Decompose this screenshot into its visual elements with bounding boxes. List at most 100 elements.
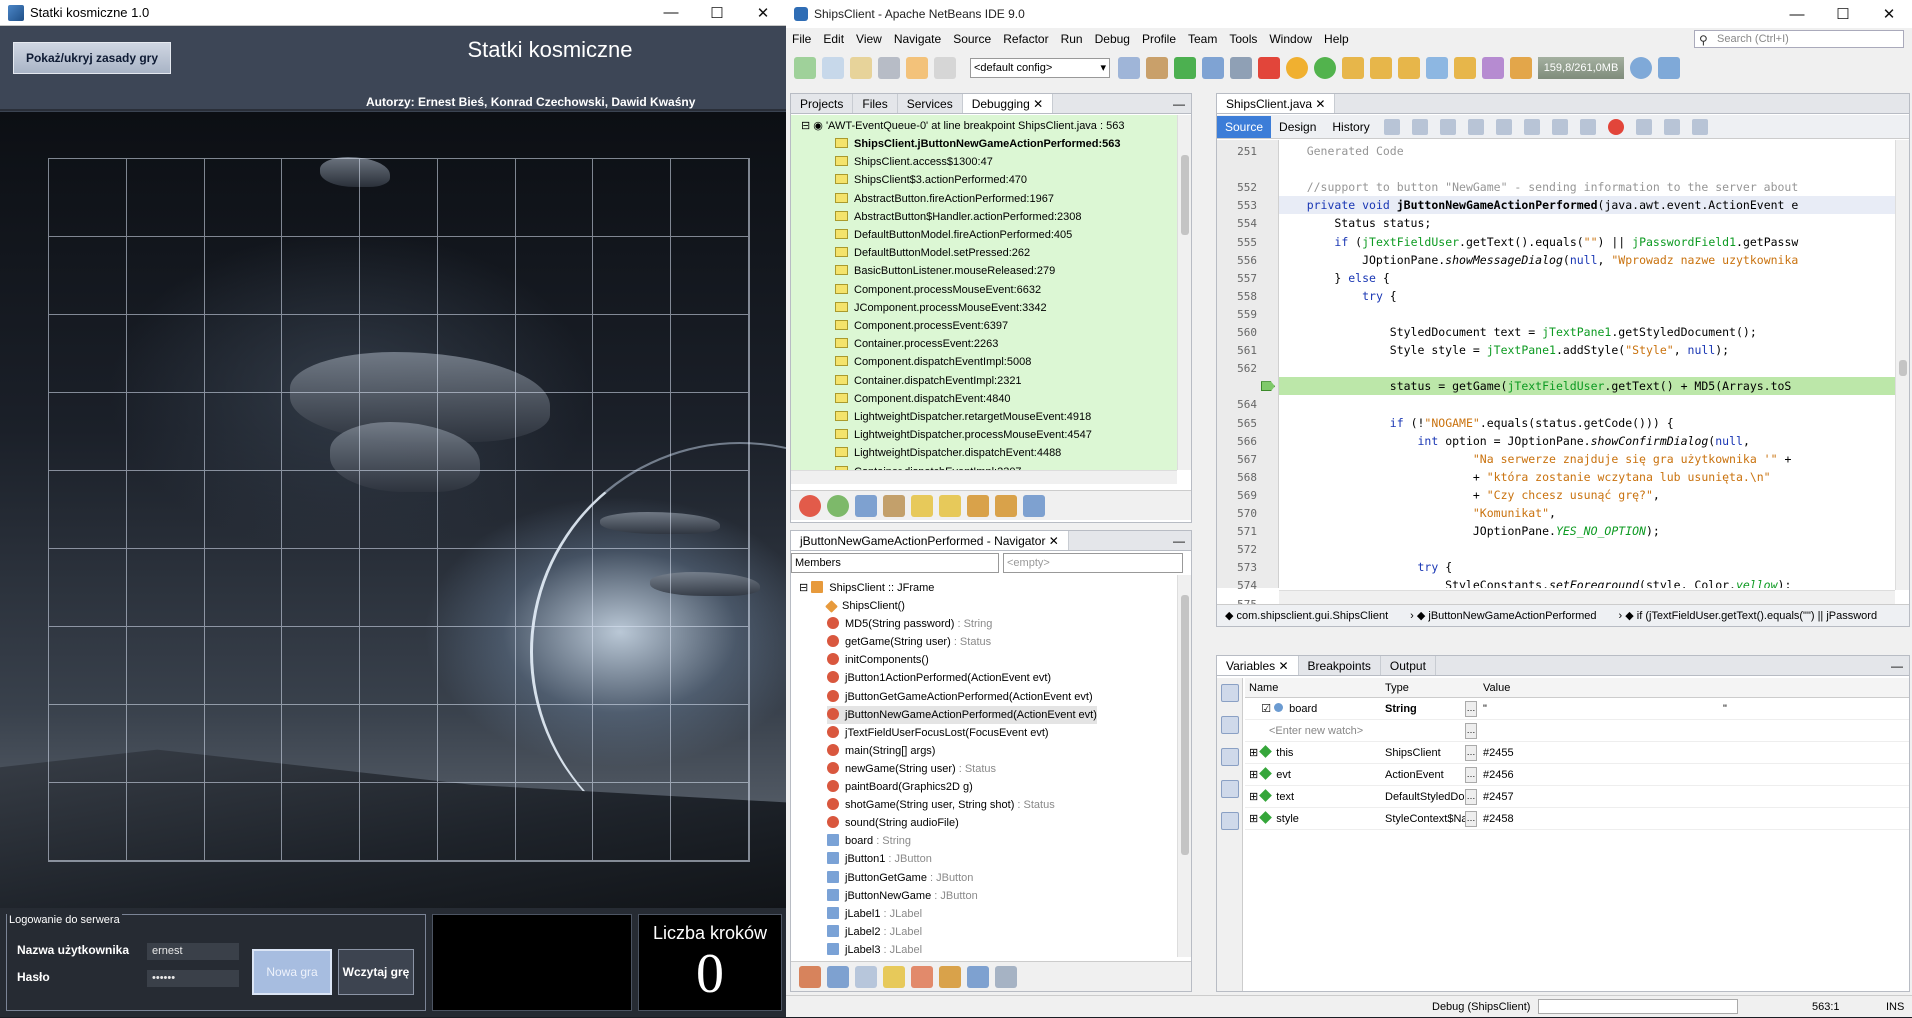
navigator-member[interactable]: jLabel2 : JLabel (827, 923, 922, 941)
navigator-member[interactable]: ShipsClient() (825, 597, 905, 615)
board-cell[interactable] (593, 627, 672, 705)
board-cell[interactable] (360, 471, 438, 549)
code-line[interactable] (1279, 160, 1895, 178)
navigator-filter-select[interactable]: Members (791, 553, 999, 573)
navigator-member[interactable]: jButtonNewGameActionPerformed(ActionEven… (827, 705, 1097, 724)
code-line[interactable]: Style style = jTextPane1.addStyle("Style… (1279, 341, 1895, 359)
javadoc-icon[interactable] (995, 965, 1017, 988)
variable-row[interactable]: ⊞ text DefaultStyledDo...… #2457 (1245, 786, 1909, 808)
board-cell[interactable] (360, 315, 438, 393)
breadcrumb-item[interactable]: › ◆ jButtonNewGameActionPerformed (1410, 610, 1596, 622)
board-cell[interactable] (515, 159, 594, 237)
navigator-member[interactable]: jButtonGetGameActionPerformed(ActionEven… (827, 688, 1093, 706)
open-project-icon[interactable] (850, 57, 872, 79)
board-cell[interactable] (593, 549, 672, 627)
step-into-icon[interactable] (1370, 57, 1392, 79)
run-icon[interactable] (1174, 57, 1196, 79)
board-cell[interactable] (593, 393, 672, 471)
sort-by-source-icon[interactable] (967, 965, 989, 988)
board-cell[interactable] (515, 705, 594, 783)
menu-refactor[interactable]: Refactor (1003, 32, 1048, 46)
call-stack-frame[interactable]: Container.dispatchEventImpl:2307 (835, 463, 1022, 470)
code-line[interactable]: JOptionPane.showMessageDialog(null, "Wpr… (1279, 251, 1895, 269)
board-cell[interactable] (282, 549, 361, 627)
evaluate-icon[interactable] (1482, 57, 1504, 79)
call-stack-frame[interactable]: AbstractButton$Handler.actionPerformed:2… (835, 208, 1081, 226)
variable-value[interactable]: " (1483, 698, 1487, 720)
board-cell[interactable] (437, 159, 516, 237)
board-cell[interactable] (671, 315, 749, 393)
navigator-member[interactable]: MD5(String password) : String (827, 615, 992, 633)
tab-variables[interactable]: Variables ✕ (1217, 656, 1299, 675)
code-line[interactable]: StyleConstants.setForeground(style, Colo… (1279, 576, 1895, 588)
call-stack-frame[interactable]: Component.processMouseEvent:6632 (835, 281, 1041, 299)
menu-team[interactable]: Team (1188, 32, 1217, 46)
save-all-icon[interactable] (878, 57, 900, 79)
board-cell[interactable] (437, 237, 516, 315)
close-icon[interactable]: ✕ (1866, 1, 1912, 27)
editor-tool-icon[interactable] (1411, 118, 1428, 135)
board-cell[interactable] (671, 237, 749, 315)
minimize-panel-icon[interactable]: — (1891, 656, 1903, 676)
variable-row[interactable]: ☑ board String … " " (1245, 698, 1909, 720)
board-cell[interactable] (282, 315, 361, 393)
editor-tool-icon[interactable] (1467, 118, 1484, 135)
board-cell[interactable] (49, 159, 127, 237)
stack-hscrollbar[interactable] (791, 470, 1177, 484)
board-cell[interactable] (204, 549, 283, 627)
column-header-type[interactable]: Type (1385, 678, 1409, 698)
board-cell[interactable] (282, 627, 361, 705)
board-cell[interactable] (49, 471, 127, 549)
build-icon[interactable] (1118, 57, 1140, 79)
step-out-icon[interactable] (1398, 57, 1420, 79)
minimize-icon[interactable]: — (1774, 1, 1820, 27)
edit-value-button[interactable]: … (1465, 811, 1477, 827)
editor-hscrollbar[interactable] (1279, 590, 1895, 604)
editor-tool-icon[interactable] (1439, 118, 1456, 135)
board-cell[interactable] (437, 315, 516, 393)
profile-icon[interactable] (1230, 57, 1252, 79)
code-line[interactable] (1279, 395, 1895, 413)
filter-icon[interactable] (995, 494, 1017, 517)
board-cell[interactable] (282, 783, 361, 861)
new-game-button[interactable]: Nowa gra (252, 949, 332, 995)
board-cell[interactable] (515, 783, 594, 861)
board-cell[interactable] (671, 393, 749, 471)
stack-scrollbar[interactable] (1177, 115, 1191, 470)
call-stack-frame[interactable]: ShipsClient.jButtonNewGameActionPerforme… (835, 135, 1121, 153)
call-stack-frame[interactable]: DefaultButtonModel.fireActionPerformed:4… (835, 226, 1072, 244)
memory-indicator[interactable]: 159,8/261,0MB (1538, 57, 1624, 79)
show-system-threads-icon[interactable] (883, 494, 905, 517)
username-input[interactable]: ernest (147, 943, 239, 960)
navigator-empty-select[interactable]: <empty> (1003, 553, 1183, 573)
edit-value-button[interactable]: … (1465, 789, 1477, 805)
sort-by-name-icon[interactable] (939, 965, 961, 988)
variable-value[interactable]: #2458 (1483, 808, 1514, 830)
tab-output[interactable]: Output (1381, 656, 1436, 675)
variable-row[interactable]: ⊞ evt ActionEvent … #2456 (1245, 764, 1909, 786)
tab-files[interactable]: Files (853, 94, 898, 113)
menu-navigate[interactable]: Navigate (894, 32, 941, 46)
navigator-member[interactable]: shotGame(String user, String shot) : Sta… (827, 796, 1055, 814)
board-cell[interactable] (282, 471, 361, 549)
board-cell[interactable] (282, 705, 361, 783)
config-select[interactable]: <default config> (970, 58, 1110, 78)
board-cell[interactable] (282, 159, 361, 237)
variables-settings-icon[interactable] (1221, 812, 1239, 830)
board-cell[interactable] (671, 783, 749, 861)
navigator-member[interactable]: jButtonGetGame : JButton (827, 869, 973, 887)
edit-value-button[interactable]: … (1465, 723, 1477, 739)
board-cell[interactable] (593, 471, 672, 549)
board-cell[interactable] (49, 315, 127, 393)
editor-tool-icon[interactable] (1663, 118, 1680, 135)
toggle-rules-button[interactable]: Pokaż/ukryj zasady gry (13, 42, 171, 74)
navigator-member[interactable]: initComponents() (827, 651, 929, 669)
editor-scrollbar[interactable] (1895, 140, 1909, 590)
new-project-icon[interactable] (822, 57, 844, 79)
menu-view[interactable]: View (856, 32, 882, 46)
board-cell[interactable] (593, 315, 672, 393)
variable-value[interactable]: #2455 (1483, 742, 1514, 764)
navigator-member[interactable]: board : String (827, 832, 911, 850)
board-cell[interactable] (126, 471, 205, 549)
call-stack-frame[interactable]: Component.dispatchEventImpl:5008 (835, 353, 1031, 371)
